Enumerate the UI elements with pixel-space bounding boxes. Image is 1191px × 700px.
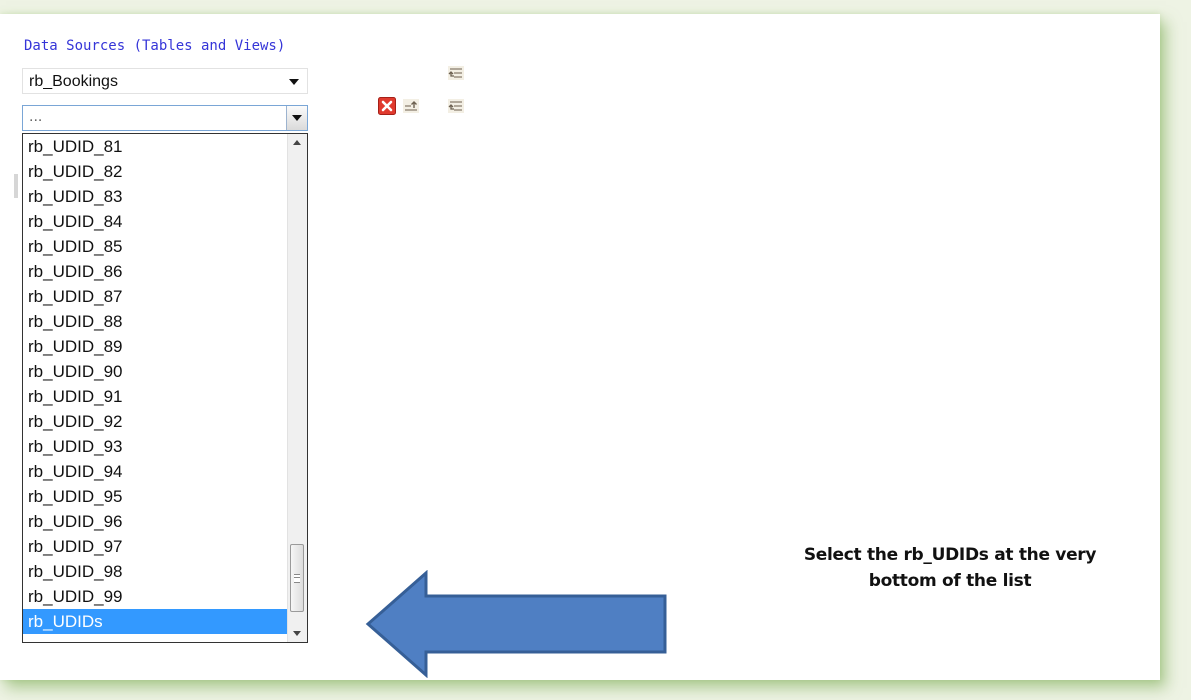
divider bbox=[14, 174, 18, 198]
list-item[interactable]: rb_UDID_82 bbox=[23, 159, 288, 184]
data-source-select-secondary[interactable]: ... bbox=[22, 105, 308, 131]
list-item[interactable]: rb_UDID_95 bbox=[23, 484, 288, 509]
list-item[interactable]: rb_UDID_88 bbox=[23, 309, 288, 334]
scroll-thumb[interactable] bbox=[290, 544, 304, 612]
data-source-select-primary[interactable]: rb_Bookings bbox=[22, 68, 308, 94]
list-item[interactable]: rb_UDID_92 bbox=[23, 409, 288, 434]
dropdown-options: rb_UDID_81 rb_UDID_82 rb_UDID_83 rb_UDID… bbox=[23, 134, 288, 642]
dropdown-button[interactable] bbox=[286, 106, 307, 130]
list-item[interactable]: rb_UDID_86 bbox=[23, 259, 288, 284]
list-item[interactable]: rb_UDID_99 bbox=[23, 584, 288, 609]
scroll-up-icon[interactable] bbox=[288, 134, 307, 152]
move-up-icon[interactable] bbox=[402, 97, 420, 115]
join-icon[interactable] bbox=[447, 97, 465, 115]
list-item-selected[interactable]: rb_UDIDs bbox=[23, 609, 288, 634]
scroll-down-icon[interactable] bbox=[288, 624, 307, 642]
instruction-callout: Select the rb_UDIDs at the very bottom o… bbox=[740, 542, 1160, 594]
list-item[interactable]: rb_UDID_93 bbox=[23, 434, 288, 459]
list-item[interactable]: rb_UDID_98 bbox=[23, 559, 288, 584]
scrollbar[interactable] bbox=[287, 134, 307, 642]
left-arrow-icon bbox=[365, 570, 667, 678]
list-item[interactable]: rb_UDID_89 bbox=[23, 334, 288, 359]
list-item[interactable]: rb_UDID_85 bbox=[23, 234, 288, 259]
list-item[interactable]: rb_UDID_87 bbox=[23, 284, 288, 309]
data-source-select-secondary-value: ... bbox=[29, 108, 43, 125]
list-item[interactable]: rb_UDID_81 bbox=[23, 134, 288, 159]
chevron-down-icon[interactable] bbox=[289, 79, 299, 85]
data-source-select-primary-value: rb_Bookings bbox=[29, 73, 118, 90]
list-item[interactable]: rb_UDID_94 bbox=[23, 459, 288, 484]
list-item[interactable]: rb_UDID_84 bbox=[23, 209, 288, 234]
list-item[interactable]: rb_UDID_91 bbox=[23, 384, 288, 409]
list-item[interactable]: rb_UDID_83 bbox=[23, 184, 288, 209]
remove-icon[interactable] bbox=[378, 97, 396, 115]
list-item[interactable]: rb_UDID_97 bbox=[23, 534, 288, 559]
list-item[interactable]: rb_UDID_96 bbox=[23, 509, 288, 534]
list-item[interactable]: rb_UDID_90 bbox=[23, 359, 288, 384]
join-icon[interactable] bbox=[447, 64, 465, 82]
instruction-line-2: bottom of the list bbox=[868, 571, 1032, 591]
instruction-line-1: Select the rb_UDIDs at the very bbox=[803, 545, 1097, 565]
data-sources-label: Data Sources (Tables and Views) bbox=[24, 38, 286, 54]
content-panel: Data Sources (Tables and Views) rb_Booki… bbox=[0, 14, 1160, 680]
data-source-dropdown-list[interactable]: rb_UDID_81 rb_UDID_82 rb_UDID_83 rb_UDID… bbox=[22, 133, 308, 643]
